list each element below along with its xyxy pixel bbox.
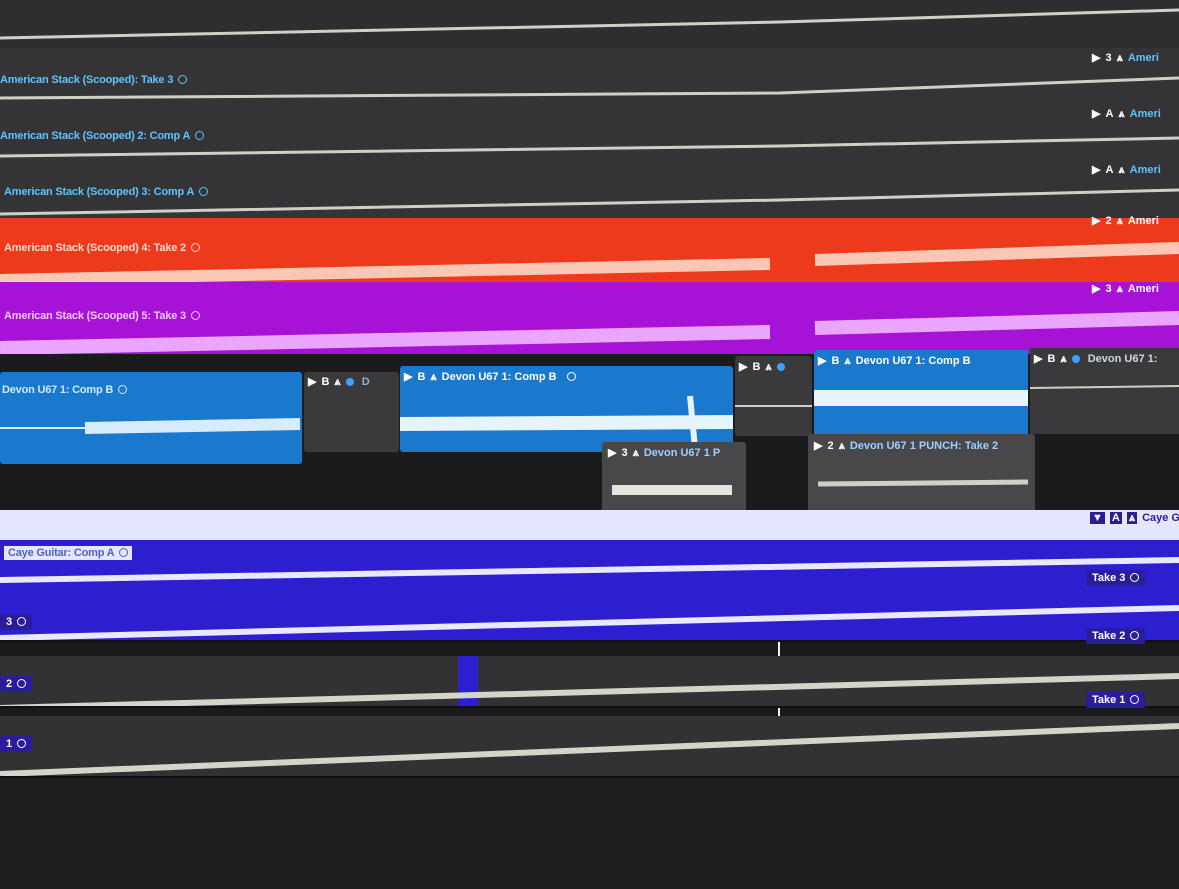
waveform xyxy=(0,605,1179,640)
audio-region[interactable]: Devon U67 1: Comp B xyxy=(0,372,302,464)
audio-region[interactable]: ▶ 3 ⩓ Devon U67 1 P xyxy=(602,442,746,520)
loop-icon xyxy=(1130,573,1140,582)
waveform xyxy=(400,395,733,449)
waveform xyxy=(0,673,1179,706)
take-selector[interactable]: A xyxy=(1109,512,1122,524)
take-selector[interactable]: B xyxy=(321,376,329,388)
take-badge[interactable]: Take 1 xyxy=(1086,692,1146,708)
caye-comp-lane[interactable]: Caye Guitar: Comp A Take 3 xyxy=(0,540,1179,590)
waveform xyxy=(0,242,1179,282)
waveform xyxy=(0,76,1179,100)
status-dot-icon xyxy=(345,378,354,386)
waveform xyxy=(0,557,1179,583)
devon-track-lane[interactable]: Devon U67 1: Comp B ▶ B ⩓ D ▶ B ⩓ Devon U67 1… xyxy=(0,348,1179,524)
waveform xyxy=(0,136,1179,158)
waveform xyxy=(0,311,1179,354)
empty-track-area xyxy=(0,778,1179,889)
take-lane-2[interactable]: 2 Take 1 xyxy=(0,656,1179,708)
loop-icon xyxy=(1130,631,1140,640)
take-lane-1[interactable]: 1 xyxy=(0,716,1179,778)
flex-icon[interactable]: ⩓ xyxy=(334,376,340,388)
track-lane-2[interactable]: American Stack (Scooped) 2: Comp A ▶ A ⩓ Am… xyxy=(0,104,1179,162)
audio-region[interactable]: ▶ B ⩓ Devon U67 1: xyxy=(1030,348,1179,434)
take-badge[interactable]: Take 2 xyxy=(1086,628,1146,644)
take-folder-controls[interactable]: ▼ A ⩓ Caye G xyxy=(1090,512,1179,525)
track-lane-5[interactable]: American Stack (Scooped) 5: Take 3 ▶ 3 ⩓ Am… xyxy=(0,282,1179,356)
waveform xyxy=(735,405,812,407)
waveform xyxy=(817,479,1029,487)
waveform xyxy=(0,418,301,434)
waveform xyxy=(814,390,1028,406)
region-controls[interactable]: ▶ B ⩓ D xyxy=(308,375,375,389)
track-lane-4[interactable]: American Stack (Scooped) 4: Take 2 ▶ 2 ⩓ Am… xyxy=(0,215,1179,284)
take-lane-3[interactable]: 3 Take 2 xyxy=(0,590,1179,644)
waveform xyxy=(0,188,1179,216)
waveform xyxy=(0,723,1179,776)
audio-region[interactable]: ▶ B ⩓ Devon U67 1: Comp B xyxy=(814,350,1028,436)
track-lane-3[interactable]: American Stack (Scooped) 3: Comp A ▶ A ⩓ Am… xyxy=(0,160,1179,220)
track-lane-1[interactable]: American Stack (Scooped): Take 3 ▶ 3 ⩓ Amer… xyxy=(0,48,1179,106)
audio-region[interactable]: ▶ B ⩓ xyxy=(735,356,812,436)
waveform xyxy=(1030,385,1179,389)
play-icon[interactable]: ▶ xyxy=(308,376,316,388)
audio-region[interactable]: ▶ 2 ⩓ Devon U67 1 PUNCH: Take 2 xyxy=(808,434,1035,516)
track-name-short: Caye G xyxy=(1142,512,1179,524)
loop-icon xyxy=(1130,695,1140,704)
caye-header-bar[interactable]: ▼ A ⩓ Caye G xyxy=(0,510,1179,544)
audio-region[interactable]: ▶ B ⩓ D xyxy=(304,372,399,452)
waveform xyxy=(0,8,1179,40)
flex-icon[interactable]: ⩓ xyxy=(1126,512,1138,524)
audio-region[interactable]: ▶ B ⩓ Devon U67 1: Comp B xyxy=(400,366,733,452)
waveform xyxy=(612,485,732,495)
collapse-icon[interactable]: ▼ xyxy=(1090,512,1105,524)
take-badge[interactable]: Take 3 xyxy=(1086,570,1146,586)
track-lane-top xyxy=(0,0,1179,50)
